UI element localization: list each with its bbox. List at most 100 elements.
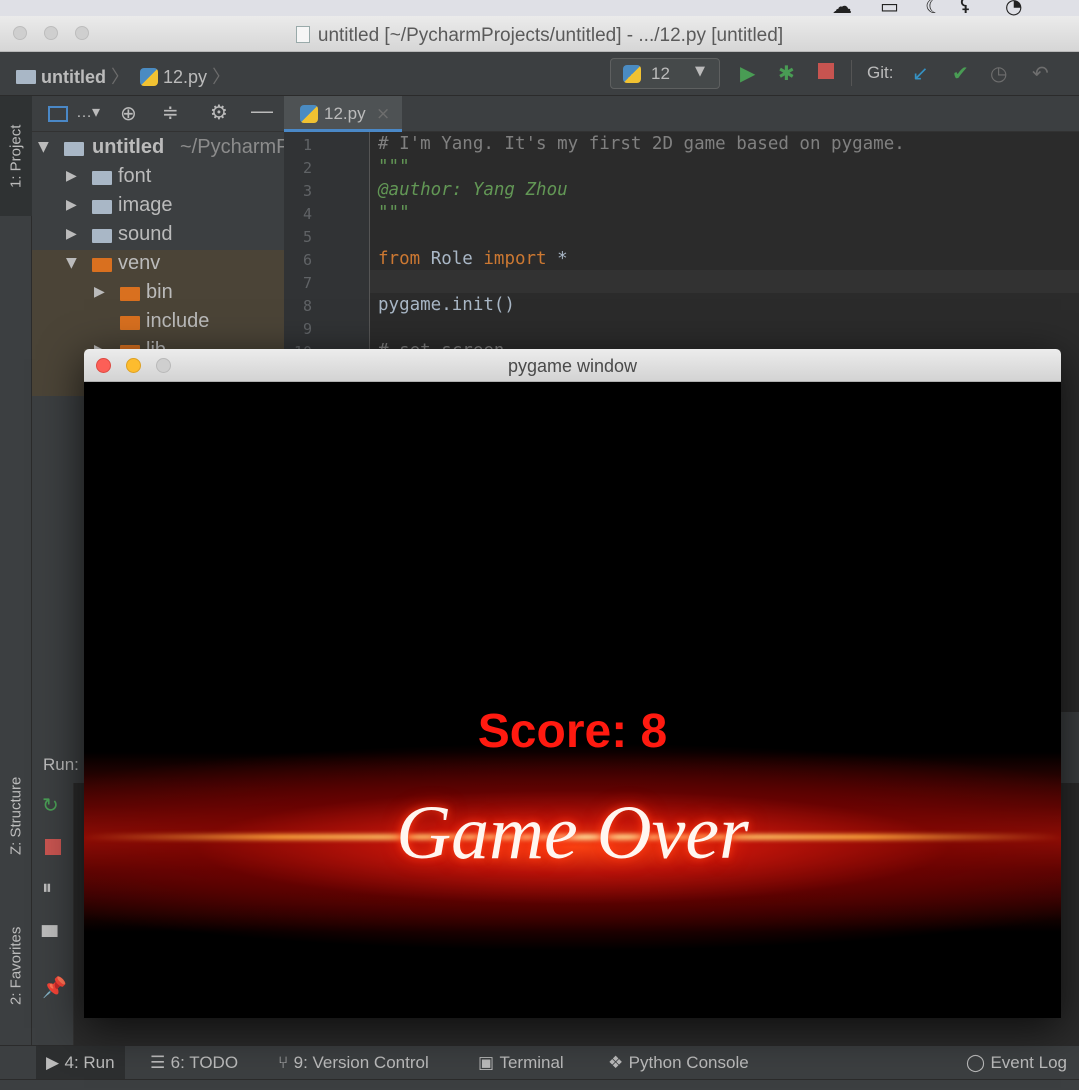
breadcrumb-file[interactable]: 12.py 〉 [140, 63, 230, 89]
line-number: 5 [302, 228, 312, 246]
folder-icon [92, 229, 112, 243]
tree-item-bin[interactable]: ▶ bin [32, 279, 284, 308]
expanded-arrow-icon: ▼ [38, 139, 49, 155]
view-dropdown-icon[interactable]: …▾ [76, 102, 100, 122]
tab-event-log[interactable]: ◯ Event Log [966, 1053, 1067, 1073]
navigation-bar: untitled 〉 12.py 〉 12 ▼ ▶ ✱ Git: ↙ ✔ ◷ ↶ [0, 52, 1079, 96]
import-star: * [546, 249, 568, 269]
folder-icon [92, 171, 112, 185]
pygame-window[interactable]: pygame window Score: 8 Game Over [84, 349, 1061, 1018]
keyword-from: from [378, 249, 421, 269]
line-number: 9 [302, 320, 312, 338]
project-view-icon[interactable] [48, 106, 68, 122]
left-tool-strip: 1: Project Z: Structure 2: Favorites [0, 96, 32, 1046]
tab-12-py[interactable]: 12.py × [284, 96, 402, 132]
rerun-icon[interactable]: ↻ [42, 793, 59, 817]
editor-tab-strip: 12.py × [284, 96, 1079, 132]
pause-icon[interactable]: ⏸ [42, 875, 52, 899]
tab-project[interactable]: 1: Project [0, 96, 32, 216]
collapse-all-icon[interactable]: ≑ [162, 100, 179, 124]
collapsed-arrow-icon: ▶ [66, 168, 77, 184]
breadcrumb-project[interactable]: untitled 〉 [16, 63, 129, 89]
tab-run[interactable]: ▶ 4: Run [36, 1046, 125, 1079]
close-tab-icon[interactable]: × [376, 104, 390, 124]
line-number: 3 [302, 182, 312, 200]
git-label: Git: [867, 63, 894, 82]
tree-item-include[interactable]: include [32, 308, 284, 337]
git-commit-icon[interactable]: ✔ [952, 61, 969, 85]
stop-icon[interactable] [45, 839, 61, 855]
folder-icon [120, 287, 140, 301]
breadcrumb-separator-icon: 〉 [111, 67, 130, 87]
line-number: 4 [302, 205, 312, 223]
tab-terminal-label: Terminal [499, 1053, 564, 1072]
tab-label: 12.py [324, 104, 366, 123]
window-title-text: untitled [~/PycharmProjects/untitled] - … [317, 25, 784, 46]
keyword-import: import [483, 249, 547, 269]
tab-python-console[interactable]: ❖ Python Console [608, 1053, 749, 1073]
tree-root-label: untitled [92, 136, 165, 158]
code-line-1: # I'm Yang. It's my first 2D game based … [378, 134, 905, 154]
window-title: untitled [~/PycharmProjects/untitled] - … [0, 25, 1079, 47]
line-number: 2 [302, 159, 312, 177]
project-panel-toolbar: …▾ ⊕ ≑ ⚙ — [32, 96, 284, 132]
tree-item-venv[interactable]: ▼ venv [32, 250, 284, 279]
folder-icon [64, 142, 84, 156]
tree-item-root[interactable]: ▼ untitled ~/PycharmProjects [32, 134, 284, 163]
tab-version-control[interactable]: ⑂ 9: Version Control [278, 1053, 429, 1073]
tab-project-label: 1: Project [7, 124, 25, 188]
line-number: 8 [302, 297, 312, 315]
tree-item-sound[interactable]: ▶ sound [32, 221, 284, 250]
vcs-icon: ⑂ [278, 1053, 294, 1073]
tab-todo[interactable]: ☰ 6: TODO [150, 1053, 238, 1073]
tree-item-label: sound [118, 223, 173, 245]
run-panel-toolbar: ↻ ⏸ ▀ 📌 [32, 783, 74, 1045]
gear-icon[interactable]: ⚙ [210, 100, 228, 124]
window-titlebar: untitled [~/PycharmProjects/untitled] - … [0, 16, 1079, 52]
locate-target-icon[interactable]: ⊕ [120, 101, 137, 125]
history-icon[interactable]: ◷ [990, 61, 1007, 85]
collapsed-arrow-icon: ▶ [94, 284, 105, 300]
tab-structure[interactable]: Z: Structure [0, 751, 32, 881]
tab-python-console-label: Python Console [628, 1053, 749, 1072]
tab-event-log-label: Event Log [990, 1053, 1067, 1072]
tree-item-font[interactable]: ▶ font [32, 163, 284, 192]
code-line-4: """ [378, 203, 410, 223]
game-canvas[interactable]: Score: 8 Game Over [84, 382, 1061, 1018]
breadcrumb-separator-icon: 〉 [212, 67, 231, 87]
hide-panel-icon[interactable]: — [251, 98, 273, 124]
tree-item-label: include [146, 310, 210, 332]
tab-run-label: 4: Run [64, 1053, 115, 1072]
run-panel-label: Run: [43, 755, 79, 774]
tree-root-path: ~/PycharmProjects [180, 136, 284, 158]
collapsed-arrow-icon: ▶ [66, 226, 77, 242]
tab-terminal[interactable]: ▣ Terminal [478, 1053, 564, 1073]
tab-favorites-label: 2: Favorites [7, 926, 25, 1006]
code-line-6: from Role import * [378, 249, 568, 269]
stop-icon[interactable] [818, 63, 834, 79]
folder-icon [92, 258, 112, 272]
tree-item-label: image [118, 194, 173, 216]
line-number: 1 [302, 136, 312, 154]
toolbar-divider [851, 60, 852, 86]
run-icon[interactable]: ▶ [740, 61, 755, 85]
folder-icon [92, 200, 112, 214]
git-update-icon[interactable]: ↙ [912, 61, 929, 85]
layout-icon[interactable]: ▀ [42, 925, 57, 949]
bottom-tool-bar: ▶ 4: Run ☰ 6: TODO ⑂ 9: Version Control … [0, 1045, 1079, 1079]
tab-structure-label: Z: Structure [7, 776, 25, 856]
python-file-icon [140, 68, 158, 86]
tree-item-label: bin [146, 281, 173, 303]
pygame-window-title: pygame window [507, 356, 638, 376]
run-configuration-select[interactable]: 12 ▼ [610, 58, 720, 89]
event-log-icon: ◯ [966, 1053, 991, 1073]
folder-icon [120, 316, 140, 330]
file-icon [295, 26, 310, 43]
debug-bug-icon[interactable]: ✱ [778, 61, 795, 85]
folder-icon [16, 70, 36, 84]
revert-icon[interactable]: ↶ [1032, 61, 1049, 85]
tree-item-image[interactable]: ▶ image [32, 192, 284, 221]
mac-menubar: ☁ ▭ ☾ ʢ ◔ [0, 0, 1079, 18]
pin-icon[interactable]: 📌 [42, 975, 67, 999]
tab-favorites[interactable]: 2: Favorites [0, 901, 32, 1031]
